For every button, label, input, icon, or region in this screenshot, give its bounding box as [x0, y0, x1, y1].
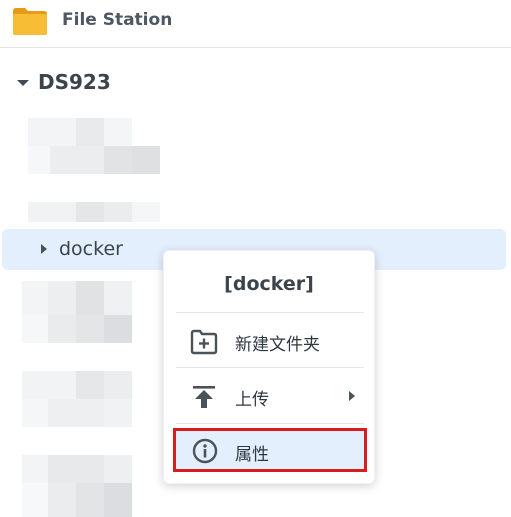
context-menu: [docker] 新建文件夹 上传 属性	[163, 250, 375, 484]
app-header: File Station	[0, 0, 511, 48]
menu-divider	[176, 312, 364, 313]
app-title: File Station	[62, 10, 173, 30]
menu-item-upload[interactable]: 上传	[164, 373, 376, 419]
caret-right-icon[interactable]	[41, 244, 47, 254]
tree-root-ds923[interactable]: DS923	[0, 66, 511, 100]
tree-root-label: DS923	[38, 70, 111, 94]
submenu-arrow-icon	[349, 391, 355, 401]
menu-item-label: 新建文件夹	[235, 335, 320, 355]
folder-icon	[13, 8, 47, 35]
file-station-window: File Station DS923 docker [docker] 新建文件夹…	[0, 0, 511, 517]
tree-item-label: docker	[59, 238, 123, 260]
menu-item-label: 属性	[235, 445, 269, 465]
new-folder-icon	[190, 329, 218, 355]
menu-divider	[176, 423, 364, 424]
menu-item-properties[interactable]: 属性	[173, 428, 367, 472]
info-icon	[192, 438, 218, 464]
menu-item-label: 上传	[235, 390, 269, 410]
upload-icon	[193, 386, 215, 408]
pixelated-folder-names-top	[28, 118, 163, 222]
context-menu-title: [docker]	[224, 273, 314, 295]
menu-item-new-folder[interactable]: 新建文件夹	[164, 318, 376, 364]
caret-down-icon[interactable]	[17, 80, 29, 86]
menu-divider	[176, 367, 364, 368]
pixelated-folder-names-bottom	[22, 281, 160, 517]
